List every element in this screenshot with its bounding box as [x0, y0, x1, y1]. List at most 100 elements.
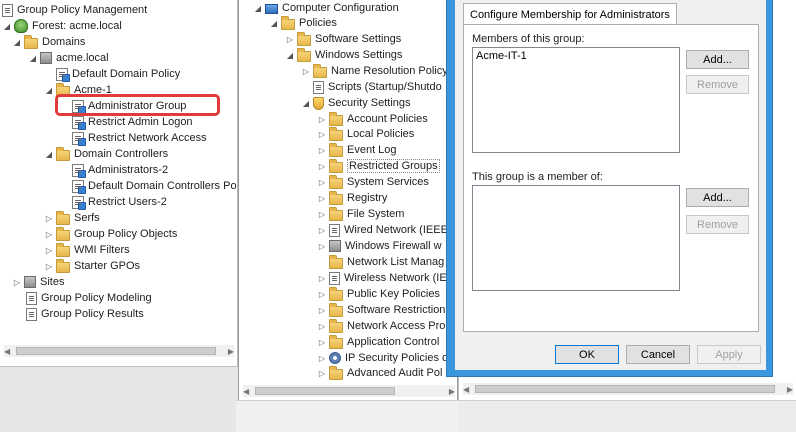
tree-node-restrict-users-2[interactable]: Restrict Users-2	[72, 194, 167, 210]
collapse-arrow-icon[interactable]: ◢	[44, 146, 54, 162]
tree-node-forest[interactable]: ◢ Forest: acme.local	[2, 18, 122, 34]
tree-node-name-resolution-policy[interactable]: ▷ Name Resolution Policy	[301, 63, 448, 79]
tree-node-group-policy-results[interactable]: Group Policy Results	[26, 306, 144, 322]
members-add-button[interactable]: Add...	[686, 50, 749, 69]
tree-node-scripts[interactable]: Scripts (Startup/Shutdo	[313, 79, 442, 95]
expand-arrow-icon[interactable]: ▷	[317, 206, 327, 222]
tree-node-registry[interactable]: ▷ Registry	[317, 190, 387, 206]
tree-node-public-key-policies[interactable]: ▷ Public Key Policies	[317, 286, 440, 302]
tree-node-gpm-root[interactable]: Group Policy Management	[2, 2, 147, 18]
tree-node-restrict-network-access[interactable]: Restrict Network Access	[72, 130, 207, 146]
tree-node-domain-controllers[interactable]: ◢ Domain Controllers	[44, 146, 168, 162]
tree-node-file-system[interactable]: ▷ File System	[317, 206, 404, 222]
member-of-listbox[interactable]	[472, 185, 680, 291]
expand-arrow-icon[interactable]: ▷	[44, 226, 54, 242]
cancel-button[interactable]: Cancel	[626, 345, 690, 364]
members-listbox[interactable]: Acme-IT-1	[472, 47, 680, 153]
tree-label: Forest: acme.local	[32, 20, 122, 32]
expand-arrow-icon[interactable]: ▷	[317, 270, 327, 286]
tree-node-wireless-network[interactable]: ▷ Wireless Network (IE	[317, 270, 447, 286]
collapse-arrow-icon[interactable]: ◢	[301, 95, 311, 111]
tree-node-acme-local[interactable]: ◢ acme.local	[28, 50, 109, 66]
apply-button[interactable]: Apply	[697, 345, 761, 364]
expand-arrow-icon[interactable]: ▷	[44, 210, 54, 226]
collapse-arrow-icon[interactable]: ◢	[44, 82, 54, 98]
members-remove-button[interactable]: Remove	[686, 75, 749, 94]
scrollbar-thumb[interactable]	[255, 387, 395, 395]
tree-node-domains[interactable]: ◢ Domains	[12, 34, 85, 50]
scroll-right-icon[interactable]: ▶	[449, 387, 455, 396]
tree-node-network-access-protection[interactable]: ▷ Network Access Pro	[317, 318, 445, 334]
right-horizontal-scrollbar[interactable]: ◀ ▶	[463, 383, 793, 395]
left-horizontal-scrollbar[interactable]: ◀ ▶	[4, 345, 234, 357]
tab-configure-membership[interactable]: Configure Membership for Administrators	[463, 3, 677, 25]
tree-node-account-policies[interactable]: ▷ Account Policies	[317, 111, 428, 127]
tree-node-serfs[interactable]: ▷ Serfs	[44, 210, 100, 226]
tree-node-restricted-groups[interactable]: ▷ Restricted Groups	[317, 158, 440, 174]
member-of-remove-button[interactable]: Remove	[686, 215, 749, 234]
tree-node-computer-configuration[interactable]: ◢ Computer Configuration	[253, 0, 399, 16]
scroll-left-icon[interactable]: ◀	[243, 387, 249, 396]
tree-node-software-settings[interactable]: ▷ Software Settings	[285, 31, 401, 47]
expand-arrow-icon[interactable]: ▷	[301, 63, 311, 79]
tree-node-local-policies[interactable]: ▷ Local Policies	[317, 126, 414, 142]
tree-node-software-restriction[interactable]: ▷ Software Restriction	[317, 302, 445, 318]
tree-node-wired-network[interactable]: ▷ Wired Network (IEEE	[317, 222, 448, 238]
collapse-arrow-icon[interactable]: ◢	[269, 15, 279, 31]
mid-horizontal-scrollbar[interactable]: ◀ ▶	[243, 385, 455, 397]
tree-node-default-domain-policy[interactable]: Default Domain Policy	[56, 66, 180, 82]
tree-node-policies[interactable]: ◢ Policies	[269, 15, 337, 31]
expand-arrow-icon[interactable]: ▷	[317, 318, 327, 334]
modeling-icon	[26, 291, 37, 305]
tree-node-group-policy-modeling[interactable]: Group Policy Modeling	[26, 290, 152, 306]
tree-node-system-services[interactable]: ▷ System Services	[317, 174, 429, 190]
expand-arrow-icon[interactable]: ▷	[317, 142, 327, 158]
expand-arrow-icon[interactable]: ▷	[317, 334, 327, 350]
expand-arrow-icon[interactable]: ▷	[317, 190, 327, 206]
collapse-arrow-icon[interactable]: ◢	[285, 47, 295, 63]
scroll-left-icon[interactable]: ◀	[4, 347, 10, 356]
expand-arrow-icon[interactable]: ▷	[317, 302, 327, 318]
collapse-arrow-icon[interactable]: ◢	[12, 34, 22, 50]
tree-node-ip-security-policies[interactable]: ▷ IP Security Policies o	[317, 350, 448, 366]
tree-node-windows-firewall[interactable]: ▷ Windows Firewall w	[317, 238, 442, 254]
tree-node-application-control[interactable]: ▷ Application Control	[317, 334, 439, 350]
expand-arrow-icon[interactable]: ▷	[317, 286, 327, 302]
expand-arrow-icon[interactable]: ▷	[44, 258, 54, 274]
expand-arrow-icon[interactable]: ▷	[12, 274, 22, 290]
scroll-left-icon[interactable]: ◀	[463, 385, 469, 394]
tree-node-restrict-admin-logon[interactable]: Restrict Admin Logon	[72, 114, 193, 130]
expand-arrow-icon[interactable]: ▷	[317, 222, 327, 238]
tree-node-administrators-2[interactable]: Administrators-2	[72, 162, 168, 178]
scrollbar-thumb[interactable]	[16, 347, 216, 355]
collapse-arrow-icon[interactable]: ◢	[28, 50, 38, 66]
scroll-right-icon[interactable]: ▶	[787, 385, 793, 394]
expand-arrow-icon[interactable]: ▷	[317, 365, 327, 381]
expand-arrow-icon[interactable]: ▷	[317, 126, 327, 142]
expand-arrow-icon[interactable]: ▷	[317, 158, 327, 174]
tree-node-default-domain-controllers-policy[interactable]: Default Domain Controllers Po	[72, 178, 237, 194]
tree-node-security-settings[interactable]: ◢ Security Settings	[301, 95, 411, 111]
expand-arrow-icon[interactable]: ▷	[317, 111, 327, 127]
scrollbar-thumb[interactable]	[475, 385, 775, 393]
expand-arrow-icon[interactable]: ▷	[44, 242, 54, 258]
tree-node-event-log[interactable]: ▷ Event Log	[317, 142, 397, 158]
collapse-arrow-icon[interactable]: ◢	[253, 0, 263, 16]
expand-arrow-icon[interactable]: ▷	[317, 238, 327, 254]
tree-node-network-list-manager[interactable]: Network List Manag	[329, 254, 444, 270]
ok-button[interactable]: OK	[555, 345, 619, 364]
scroll-right-icon[interactable]: ▶	[228, 347, 234, 356]
member-of-add-button[interactable]: Add...	[686, 188, 749, 207]
tree-label: Software Settings	[315, 33, 402, 45]
tree-node-wmi-filters[interactable]: ▷ WMI Filters	[44, 242, 130, 258]
list-item[interactable]: Acme-IT-1	[476, 50, 527, 62]
expand-arrow-icon[interactable]: ▷	[317, 174, 327, 190]
tree-node-windows-settings[interactable]: ◢ Windows Settings	[285, 47, 402, 63]
expand-arrow-icon[interactable]: ▷	[285, 31, 295, 47]
collapse-arrow-icon[interactable]: ◢	[2, 18, 12, 34]
tree-node-sites[interactable]: ▷ Sites	[12, 274, 64, 290]
tree-node-group-policy-objects[interactable]: ▷ Group Policy Objects	[44, 226, 177, 242]
tree-node-advanced-audit-policy[interactable]: ▷ Advanced Audit Pol	[317, 365, 442, 381]
expand-arrow-icon[interactable]: ▷	[317, 350, 327, 366]
tree-node-starter-gpos[interactable]: ▷ Starter GPOs	[44, 258, 140, 274]
